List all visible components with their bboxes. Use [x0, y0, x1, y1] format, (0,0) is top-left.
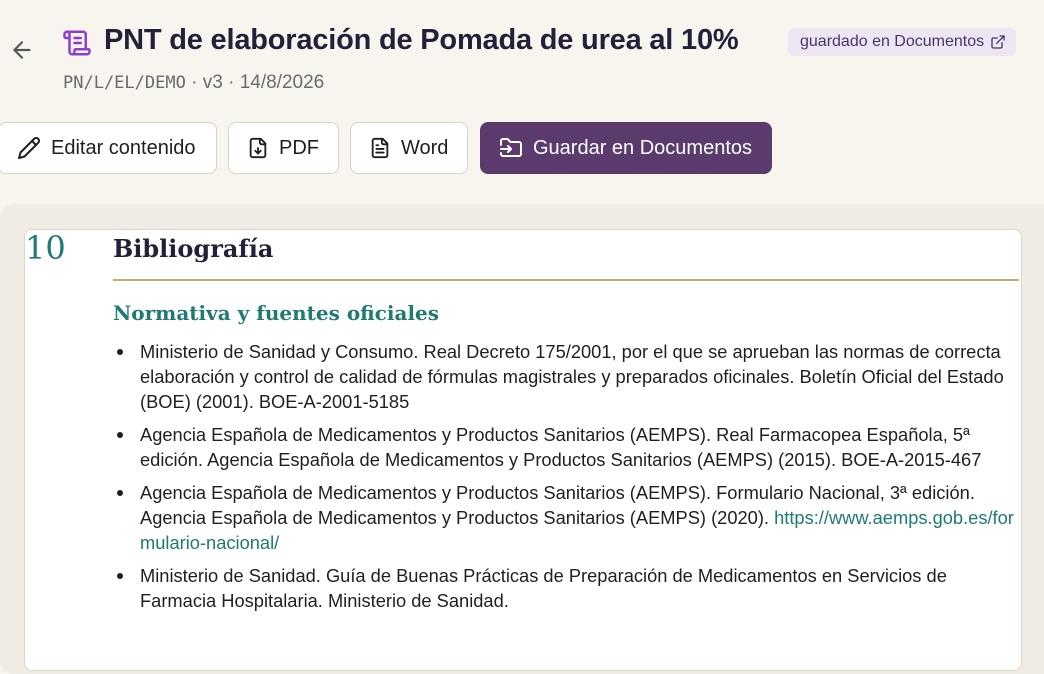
edit-content-label: Editar contenido	[51, 136, 196, 159]
pdf-label: PDF	[279, 136, 319, 159]
edit-content-button[interactable]: Editar contenido	[0, 122, 217, 174]
section-title: Bibliografía	[113, 234, 274, 263]
external-link-icon	[991, 35, 1005, 49]
pdf-button[interactable]: PDF	[228, 122, 339, 174]
list-item: Agencia Española de Medicamentos y Produ…	[112, 480, 1020, 555]
subsection-title: Normativa y fuentes oficiales	[113, 301, 440, 325]
meta-separator: ·	[228, 72, 235, 93]
document-code: PN/L/EL/DEMO	[63, 73, 186, 93]
document-version: v3	[202, 72, 223, 93]
word-button[interactable]: Word	[350, 122, 468, 174]
folder-input-icon	[500, 138, 522, 157]
arrow-left-icon	[13, 41, 31, 59]
list-item: Ministerio de Sanidad y Consumo. Real De…	[112, 339, 1020, 414]
reference-text: Ministerio de Sanidad. Guía de Buenas Pr…	[140, 565, 947, 611]
meta-separator: ·	[191, 72, 198, 93]
back-button[interactable]	[8, 36, 36, 64]
page-title: PNT de elaboración de Pomada de urea al …	[104, 24, 739, 56]
file-download-icon	[249, 137, 267, 159]
saved-in-documents-badge[interactable]: guardado en Documentos	[788, 28, 1017, 56]
references-list: Ministerio de Sanidad y Consumo. Real De…	[112, 339, 1020, 621]
section-divider	[113, 279, 1019, 281]
file-text-icon	[371, 137, 389, 159]
saved-badge-label: guardado en Documentos	[800, 33, 985, 50]
section-number: 10	[25, 229, 66, 267]
scroll-icon	[63, 30, 91, 56]
document-date: 14/8/2026	[239, 72, 325, 93]
list-item: Ministerio de Sanidad. Guía de Buenas Pr…	[112, 563, 1020, 613]
save-to-documents-button[interactable]: Guardar en Documentos	[480, 122, 772, 174]
list-item: Agencia Española de Medicamentos y Produ…	[112, 422, 1020, 472]
word-label: Word	[401, 136, 449, 159]
document-meta: PN/L/EL/DEMO · v3 · 14/8/2026	[63, 72, 324, 94]
reference-text: Agencia Española de Medicamentos y Produ…	[140, 424, 982, 470]
save-to-documents-label: Guardar en Documentos	[533, 136, 753, 159]
pencil-icon	[18, 137, 41, 159]
reference-text: Ministerio de Sanidad y Consumo. Real De…	[140, 341, 1004, 412]
